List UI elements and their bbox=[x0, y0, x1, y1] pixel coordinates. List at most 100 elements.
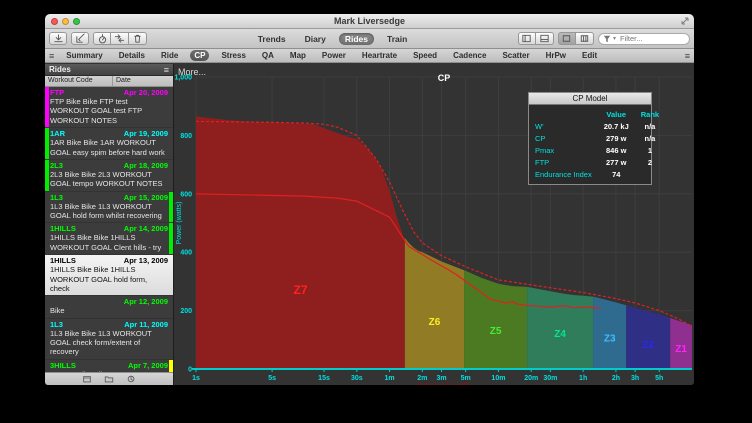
resize-icon[interactable] bbox=[680, 16, 690, 26]
clock-icon bbox=[126, 374, 136, 384]
ride-date: Apr 11, 2009 bbox=[124, 320, 168, 329]
ride-row[interactable]: FTPApr 20, 2009FTP Bike Bike FTP test WO… bbox=[45, 87, 173, 128]
tab-qa[interactable]: QA bbox=[258, 50, 278, 61]
panel-left-button[interactable] bbox=[518, 32, 536, 45]
svg-text:1s: 1s bbox=[192, 375, 200, 382]
panel-left-icon bbox=[521, 33, 532, 44]
thumbnail-view-icon bbox=[579, 33, 590, 44]
tile-view-button[interactable] bbox=[558, 32, 576, 45]
folder-button[interactable] bbox=[104, 374, 114, 384]
sidebar-column-headers[interactable]: Workout Code Date bbox=[45, 76, 173, 87]
ride-description: 1HILLS Bike Bike 1HILLS WORKOUT GOAL Cle… bbox=[50, 233, 168, 252]
svg-text:2h: 2h bbox=[612, 375, 620, 382]
tab-map[interactable]: Map bbox=[286, 50, 310, 61]
ride-row[interactable]: 1HILLSApr 13, 20091HILLS Bike Bike 1HILL… bbox=[45, 255, 173, 296]
ride-date: Apr 20, 2009 bbox=[124, 88, 168, 97]
tab-speed[interactable]: Speed bbox=[409, 50, 441, 61]
column-workout-code: Workout Code bbox=[45, 76, 113, 86]
cp-model-row: CP279 wn/a bbox=[529, 132, 665, 144]
ride-row[interactable]: 3HILLSApr 7, 20093HILLS Bike Bike 3HILLS… bbox=[45, 360, 173, 372]
workout-code: 2L3 bbox=[50, 161, 63, 170]
main-tab-train[interactable]: Train bbox=[381, 33, 413, 45]
download-button[interactable] bbox=[49, 32, 67, 45]
calendar-icon bbox=[82, 374, 92, 384]
ride-row[interactable]: 1L3 Apr 11, 20091L3 Bike Bike 1L3 WORKOUT… bbox=[45, 319, 173, 360]
cp-model-row: Endurance Index74 bbox=[529, 168, 665, 180]
ride-date: Apr 7, 2009 bbox=[128, 361, 168, 370]
main-tab-trends[interactable]: Trends bbox=[252, 33, 292, 45]
chart-title: CP bbox=[174, 73, 694, 83]
svg-text:Z3: Z3 bbox=[604, 333, 616, 344]
svg-text:Z5: Z5 bbox=[490, 326, 502, 337]
svg-text:30m: 30m bbox=[543, 375, 557, 382]
tab-stress[interactable]: Stress bbox=[217, 50, 249, 61]
tab-details[interactable]: Details bbox=[115, 50, 149, 61]
traffic-lights bbox=[51, 18, 80, 25]
ride-row[interactable]: 1L3Apr 15, 20091L3 Bike Bike 1L3 WORKOUT… bbox=[45, 192, 173, 224]
sidebar-menu-icon[interactable]: ≡ bbox=[164, 64, 169, 76]
tab-summary[interactable]: Summary bbox=[62, 50, 106, 61]
main-tab-diary[interactable]: Diary bbox=[299, 33, 332, 45]
sidebar-header: Rides ≡ bbox=[45, 64, 173, 76]
tab-edit[interactable]: Edit bbox=[578, 50, 601, 61]
tab-ride[interactable]: Ride bbox=[157, 50, 182, 61]
thumbnail-view-button[interactable] bbox=[576, 32, 594, 45]
hamburger-icon[interactable]: ≡ bbox=[685, 49, 690, 63]
tab-hrpw[interactable]: HrPw bbox=[542, 50, 570, 61]
rides-sidebar: Rides ≡ Workout Code Date FTPApr 20, 200… bbox=[45, 64, 174, 385]
svg-text:0: 0 bbox=[188, 367, 192, 374]
tile-view-icon bbox=[561, 33, 572, 44]
panel-bottom-button[interactable] bbox=[536, 32, 554, 45]
trash-button[interactable] bbox=[129, 32, 147, 45]
ride-row[interactable]: Apr 12, 2009Bike bbox=[45, 296, 173, 318]
split-button[interactable] bbox=[111, 32, 129, 45]
stopwatch-button[interactable] bbox=[93, 32, 111, 45]
ride-date: Apr 15, 2009 bbox=[124, 193, 168, 202]
cp-model-col-rank: Rank bbox=[635, 108, 665, 120]
filter-field[interactable]: ▾ bbox=[598, 33, 690, 45]
minimize-button[interactable] bbox=[62, 18, 69, 25]
svg-text:1m: 1m bbox=[385, 375, 395, 382]
close-button[interactable] bbox=[51, 18, 58, 25]
svg-text:3h: 3h bbox=[631, 375, 639, 382]
tab-cadence[interactable]: Cadence bbox=[449, 50, 490, 61]
filter-chevron-icon: ▾ bbox=[613, 35, 616, 42]
sidebar-title: Rides bbox=[49, 65, 71, 74]
ride-color-bar bbox=[169, 223, 173, 254]
svg-text:Z2: Z2 bbox=[642, 340, 654, 351]
svg-text:20m: 20m bbox=[524, 375, 538, 382]
svg-text:Z7: Z7 bbox=[293, 283, 307, 297]
compose-icon bbox=[75, 33, 86, 44]
cp-model-title: CP Model bbox=[529, 93, 651, 105]
download-icon bbox=[53, 33, 64, 44]
panel-bottom-icon bbox=[539, 33, 550, 44]
ride-description: 1L3 Bike Bike 1L3 WORKOUT GOAL check for… bbox=[50, 329, 168, 357]
tab-heartrate[interactable]: Heartrate bbox=[358, 50, 401, 61]
svg-text:Z4: Z4 bbox=[554, 329, 566, 340]
tab-power[interactable]: Power bbox=[318, 50, 350, 61]
tab-cp[interactable]: CP bbox=[190, 50, 209, 61]
ride-description: 1HILLS Bike Bike 1HILLS WORKOUT GOAL hol… bbox=[50, 265, 168, 293]
workout-code: 1HILLS bbox=[50, 256, 76, 265]
ride-description: 1AR Bike Bike 1AR WORKOUT GOAL easy spim… bbox=[50, 138, 168, 157]
svg-text:15s: 15s bbox=[318, 375, 330, 382]
calendar-button[interactable] bbox=[82, 374, 92, 384]
main-tab-rides[interactable]: Rides bbox=[339, 33, 374, 45]
app-window: Mark Liversedge TrendsDiaryRidesTrain ▾ … bbox=[45, 14, 694, 385]
hamburger-icon[interactable]: ≡ bbox=[49, 49, 54, 63]
tab-scatter[interactable]: Scatter bbox=[498, 50, 533, 61]
ride-row[interactable]: 2L3Apr 18, 20092L3 Bike Bike 2L3 WORKOUT… bbox=[45, 160, 173, 192]
window-title: Mark Liversedge bbox=[45, 14, 694, 29]
ride-row[interactable]: 1HILLSApr 14, 20091HILLS Bike Bike 1HILL… bbox=[45, 223, 173, 255]
cp-model-box: CP Model Value Rank W'20.7 kJn/aCP279 wn… bbox=[528, 92, 652, 185]
ride-row[interactable]: 1ARApr 19, 20091AR Bike Bike 1AR WORKOUT… bbox=[45, 128, 173, 160]
filter-input[interactable] bbox=[618, 33, 678, 44]
clock-button[interactable] bbox=[126, 374, 136, 384]
svg-text:Z6: Z6 bbox=[429, 317, 441, 328]
compose-button[interactable] bbox=[71, 32, 89, 45]
svg-text:5h: 5h bbox=[655, 375, 663, 382]
svg-text:Interval Length: Interval Length bbox=[418, 381, 471, 385]
ride-description: 1L3 Bike Bike 1L3 WORKOUT GOAL hold form… bbox=[50, 202, 168, 221]
zoom-button[interactable] bbox=[73, 18, 80, 25]
workout-code: 1L3 bbox=[50, 320, 63, 329]
